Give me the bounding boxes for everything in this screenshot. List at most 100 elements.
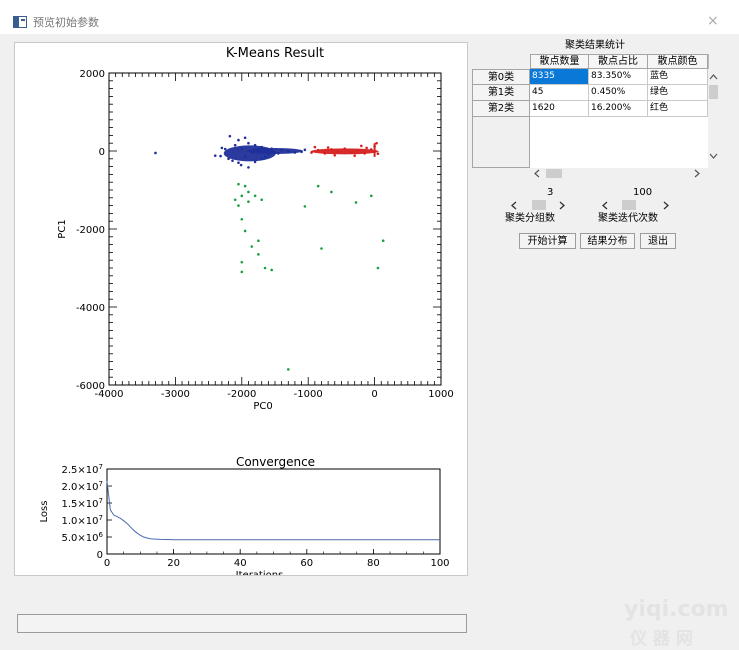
- scatter-point-cluster0: [240, 147, 244, 150]
- scatter-point-cluster2: [313, 145, 317, 149]
- scatter-point-cluster1: [243, 229, 247, 233]
- iterations-slider[interactable]: [600, 200, 680, 211]
- scatter-point-cluster2: [375, 141, 378, 145]
- scroll-right-icon[interactable]: [694, 169, 700, 178]
- scatter-point-cluster1: [263, 266, 267, 270]
- loss-ytick-label: 2.5×107: [62, 463, 103, 476]
- scatter-point-cluster2: [316, 148, 320, 152]
- cell-count-2[interactable]: 1620: [530, 101, 589, 117]
- scatter-point-cluster1: [330, 190, 333, 194]
- cell-color-0[interactable]: 蓝色: [648, 69, 708, 85]
- scroll-down-icon[interactable]: [709, 153, 718, 159]
- scatter-point-cluster2: [336, 150, 340, 154]
- scatter-point-cluster1: [257, 253, 260, 256]
- cell-color-2[interactable]: 红色: [648, 101, 708, 117]
- row-header-0[interactable]: 第0类: [472, 69, 530, 85]
- scatter-ytick-label: 0: [99, 147, 105, 158]
- scatter-point-cluster1: [316, 184, 320, 188]
- scatter-point-cluster2: [310, 151, 313, 154]
- close-icon[interactable]: ×: [707, 14, 719, 28]
- cell-count-0[interactable]: 8335: [530, 69, 589, 85]
- clusters-value: 3: [547, 187, 554, 198]
- scatter-point-cluster0: [280, 148, 283, 152]
- scatter-point-cluster1: [240, 194, 244, 198]
- scatter-point-cluster2: [333, 153, 337, 157]
- table-vscroll-thumb[interactable]: [709, 85, 718, 99]
- title-bar: 预览初始参数 ×: [0, 0, 739, 34]
- cell-count-1[interactable]: 45: [530, 85, 589, 101]
- loss-plot-area: [106, 468, 441, 555]
- stats-table: 散点数量 散点占比 散点颜色 第0类 第1类 第2类 8335 83.350% …: [472, 54, 719, 179]
- scatter-point-cluster0: [303, 148, 307, 152]
- scatter-title: K-Means Result: [226, 46, 324, 61]
- loss-ytick-label: 2.0×107: [62, 480, 103, 493]
- window-title: 预览初始参数: [33, 16, 99, 29]
- row-header-2[interactable]: 第2类: [472, 101, 530, 117]
- clusters-decrease-icon[interactable]: [511, 201, 517, 210]
- iterations-increase-icon[interactable]: [663, 201, 669, 210]
- scatter-point-cluster1: [240, 270, 244, 274]
- scatter-point-cluster2: [360, 144, 363, 148]
- scatter-point-cluster0: [239, 163, 243, 167]
- loss-ytick-label: 0: [97, 550, 103, 561]
- cell-ratio-1[interactable]: 0.450%: [589, 85, 648, 101]
- clusters-slider-thumb[interactable]: [532, 200, 546, 210]
- exit-button[interactable]: 退出: [640, 233, 676, 249]
- scatter-point-cluster0: [263, 155, 267, 159]
- scatter-point-cluster1: [376, 266, 380, 270]
- scatter-point-cluster2: [323, 152, 327, 155]
- col-header-color: 散点颜色: [648, 54, 708, 69]
- scatter-point-cluster0: [247, 166, 250, 169]
- scatter-point-cluster1: [233, 198, 237, 202]
- cell-ratio-2[interactable]: 16.200%: [589, 101, 648, 117]
- row-header-1[interactable]: 第1类: [472, 85, 530, 101]
- scatter-point-cluster0: [260, 157, 264, 161]
- scatter-point-cluster0: [300, 150, 303, 154]
- loss-xtick-label: 100: [430, 558, 449, 569]
- scatter-point-cluster0: [227, 157, 230, 161]
- scatter-ytick-label: 2000: [80, 69, 105, 80]
- scatter-point-cluster0: [223, 147, 227, 151]
- scatter-point-cluster1: [247, 200, 250, 203]
- loss-ytick-label: 1.0×107: [62, 514, 103, 527]
- start-compute-button[interactable]: 开始计算: [519, 233, 576, 249]
- scatter-point-cluster1: [253, 194, 257, 198]
- loss-xtick-label: 60: [300, 558, 313, 569]
- col-header-ratio: 散点占比: [589, 54, 648, 69]
- iterations-slider-thumb[interactable]: [622, 200, 636, 210]
- iterations-decrease-icon[interactable]: [602, 201, 608, 210]
- scatter-point-cluster0: [260, 145, 264, 149]
- clusters-slider[interactable]: [509, 200, 597, 211]
- scatter-point-cluster2: [356, 148, 360, 152]
- scatter-point-cluster0: [293, 151, 297, 154]
- iterations-value: 100: [633, 187, 653, 198]
- result-distribution-button[interactable]: 结果分布: [580, 233, 635, 249]
- scatter-point-cluster1: [243, 184, 247, 188]
- loss-xtick-label: 40: [234, 558, 247, 569]
- cell-color-1[interactable]: 绿色: [648, 85, 708, 101]
- scatter-ytick-label: -2000: [76, 225, 105, 236]
- scatter-point-cluster2: [376, 152, 380, 156]
- scatter-xtick-label: 1000: [428, 389, 453, 400]
- scatter-point-cluster0: [154, 151, 157, 155]
- scatter-point-cluster1: [260, 198, 264, 202]
- scroll-left-icon[interactable]: [534, 169, 540, 178]
- scatter-point-cluster1: [240, 260, 244, 264]
- scroll-up-icon[interactable]: [709, 74, 718, 80]
- loss-xtick-label: 20: [167, 558, 180, 569]
- scatter-point-cluster2: [326, 146, 330, 149]
- scatter-point-cluster1: [369, 194, 373, 198]
- plot-panel: K-Means Result -4000 -3000 -2000 -1000 0 1000 2…: [14, 42, 468, 581]
- scatter-point-cluster0: [257, 147, 260, 151]
- loss-ylabel: Loss: [39, 501, 50, 523]
- scatter-point-cluster1: [247, 190, 250, 194]
- main-window: 预览初始参数 × K-Means Result -4000 -3000 -2000 -1…: [0, 0, 739, 650]
- plot-canvas: K-Means Result-4000 -3000 -2000 -1000 0 10002…: [39, 46, 454, 581]
- clusters-increase-icon[interactable]: [559, 201, 565, 210]
- scatter-point-cluster0: [219, 154, 222, 158]
- table-hscroll-thumb[interactable]: [546, 169, 562, 178]
- scatter-point-cluster2: [330, 148, 333, 151]
- col-header-count: 散点数量: [530, 54, 589, 69]
- cell-ratio-0[interactable]: 83.350%: [589, 69, 648, 85]
- watermark-text: yiqi.com: [624, 597, 729, 622]
